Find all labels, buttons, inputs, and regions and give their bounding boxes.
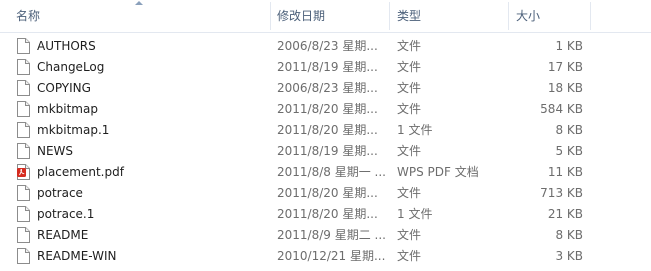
file-row[interactable]: AUTHORS 2006/8/23 星期... 文件 1 KB	[0, 36, 651, 57]
file-row[interactable]: mkbitmap 2011/8/20 星期... 文件 584 KB	[0, 99, 651, 120]
file-size: 18 KB	[547, 81, 583, 95]
file-row[interactable]: README-WIN 2010/12/21 星期... 文件 3 KB	[0, 246, 651, 267]
file-row[interactable]: README 2011/8/9 星期二 ... 文件 8 KB	[0, 225, 651, 246]
file-modified-date: 2011/8/20 星期...	[277, 207, 378, 221]
column-divider[interactable]	[389, 2, 390, 30]
file-name: mkbitmap.1	[37, 123, 110, 137]
file-size: 17 KB	[547, 60, 583, 74]
file-name: ChangeLog	[37, 60, 105, 74]
file-modified-date: 2006/8/23 星期...	[277, 39, 378, 53]
column-header-date[interactable]: 修改日期	[275, 0, 389, 32]
file-icon	[17, 122, 30, 138]
file-icon	[17, 143, 30, 159]
file-type: 文件	[397, 249, 422, 263]
file-row[interactable]: mkbitmap.1 2011/8/20 星期... 1 文件 8 KB	[0, 120, 651, 141]
file-row[interactable]: ChangeLog 2011/8/19 星期... 文件 17 KB	[0, 57, 651, 78]
file-name: mkbitmap	[37, 102, 98, 116]
file-modified-date: 2006/8/23 星期...	[277, 81, 378, 95]
file-size: 8 KB	[555, 123, 583, 137]
file-modified-date: 2011/8/20 星期...	[277, 186, 378, 200]
file-modified-date: 2011/8/9 星期二 ...	[277, 228, 385, 242]
file-type: 文件	[397, 228, 422, 242]
file-size: 8 KB	[555, 228, 583, 242]
file-name: AUTHORS	[37, 39, 96, 53]
file-size: 1 KB	[555, 39, 583, 53]
file-size: 5 KB	[555, 144, 583, 158]
file-name: README	[37, 228, 89, 242]
column-header-bar: 名称 修改日期 类型 大小	[0, 0, 651, 33]
file-modified-date: 2011/8/19 星期...	[277, 60, 378, 74]
file-modified-date: 2011/8/8 星期一 ...	[277, 165, 385, 179]
file-icon	[17, 206, 30, 222]
file-icon	[17, 38, 30, 54]
file-type: 文件	[397, 102, 422, 116]
column-header-name[interactable]: 名称	[14, 0, 270, 32]
file-row[interactable]: COPYING 2006/8/23 星期... 文件 18 KB	[0, 78, 651, 99]
file-icon	[17, 227, 30, 243]
file-type: 文件	[397, 60, 422, 74]
file-row[interactable]: potrace.1 2011/8/20 星期... 1 文件 21 KB	[0, 204, 651, 225]
file-size: 11 KB	[547, 165, 583, 179]
file-modified-date: 2010/12/21 星期...	[277, 249, 385, 263]
file-modified-date: 2011/8/20 星期...	[277, 102, 378, 116]
file-name: COPYING	[37, 81, 91, 95]
file-name: NEWS	[37, 144, 74, 158]
file-modified-date: 2011/8/19 星期...	[277, 144, 378, 158]
column-divider[interactable]	[270, 2, 271, 30]
file-size: 713 KB	[540, 186, 583, 200]
file-icon	[17, 248, 30, 264]
pdf-icon	[17, 164, 30, 180]
file-type: 文件	[397, 144, 422, 158]
file-type: WPS PDF 文档	[397, 165, 479, 179]
column-header-type[interactable]: 类型	[395, 0, 508, 32]
column-divider[interactable]	[590, 2, 591, 30]
file-row[interactable]: NEWS 2011/8/19 星期... 文件 5 KB	[0, 141, 651, 162]
file-name: potrace.1	[37, 207, 95, 221]
file-type: 文件	[397, 186, 422, 200]
file-icon	[17, 59, 30, 75]
file-modified-date: 2011/8/20 星期...	[277, 123, 378, 137]
file-size: 21 KB	[547, 207, 583, 221]
file-type: 文件	[397, 81, 422, 95]
file-icon	[17, 80, 30, 96]
file-type: 文件	[397, 39, 422, 53]
file-size: 584 KB	[540, 102, 583, 116]
file-name: README-WIN	[37, 249, 117, 263]
file-row[interactable]: potrace 2011/8/20 星期... 文件 713 KB	[0, 183, 651, 204]
file-list: AUTHORS 2006/8/23 星期... 文件 1 KB ChangeLog 201…	[0, 36, 651, 267]
column-header-size[interactable]: 大小	[514, 0, 590, 32]
file-icon	[17, 185, 30, 201]
file-row[interactable]: placement.pdf 2011/8/8 星期一 ... WPS PDF 文档 1…	[0, 162, 651, 183]
column-divider[interactable]	[508, 2, 509, 30]
file-name: potrace	[37, 186, 83, 200]
file-type: 1 文件	[397, 123, 433, 137]
file-name: placement.pdf	[37, 165, 124, 179]
file-icon	[17, 101, 30, 117]
file-size: 3 KB	[555, 249, 583, 263]
file-type: 1 文件	[397, 207, 433, 221]
